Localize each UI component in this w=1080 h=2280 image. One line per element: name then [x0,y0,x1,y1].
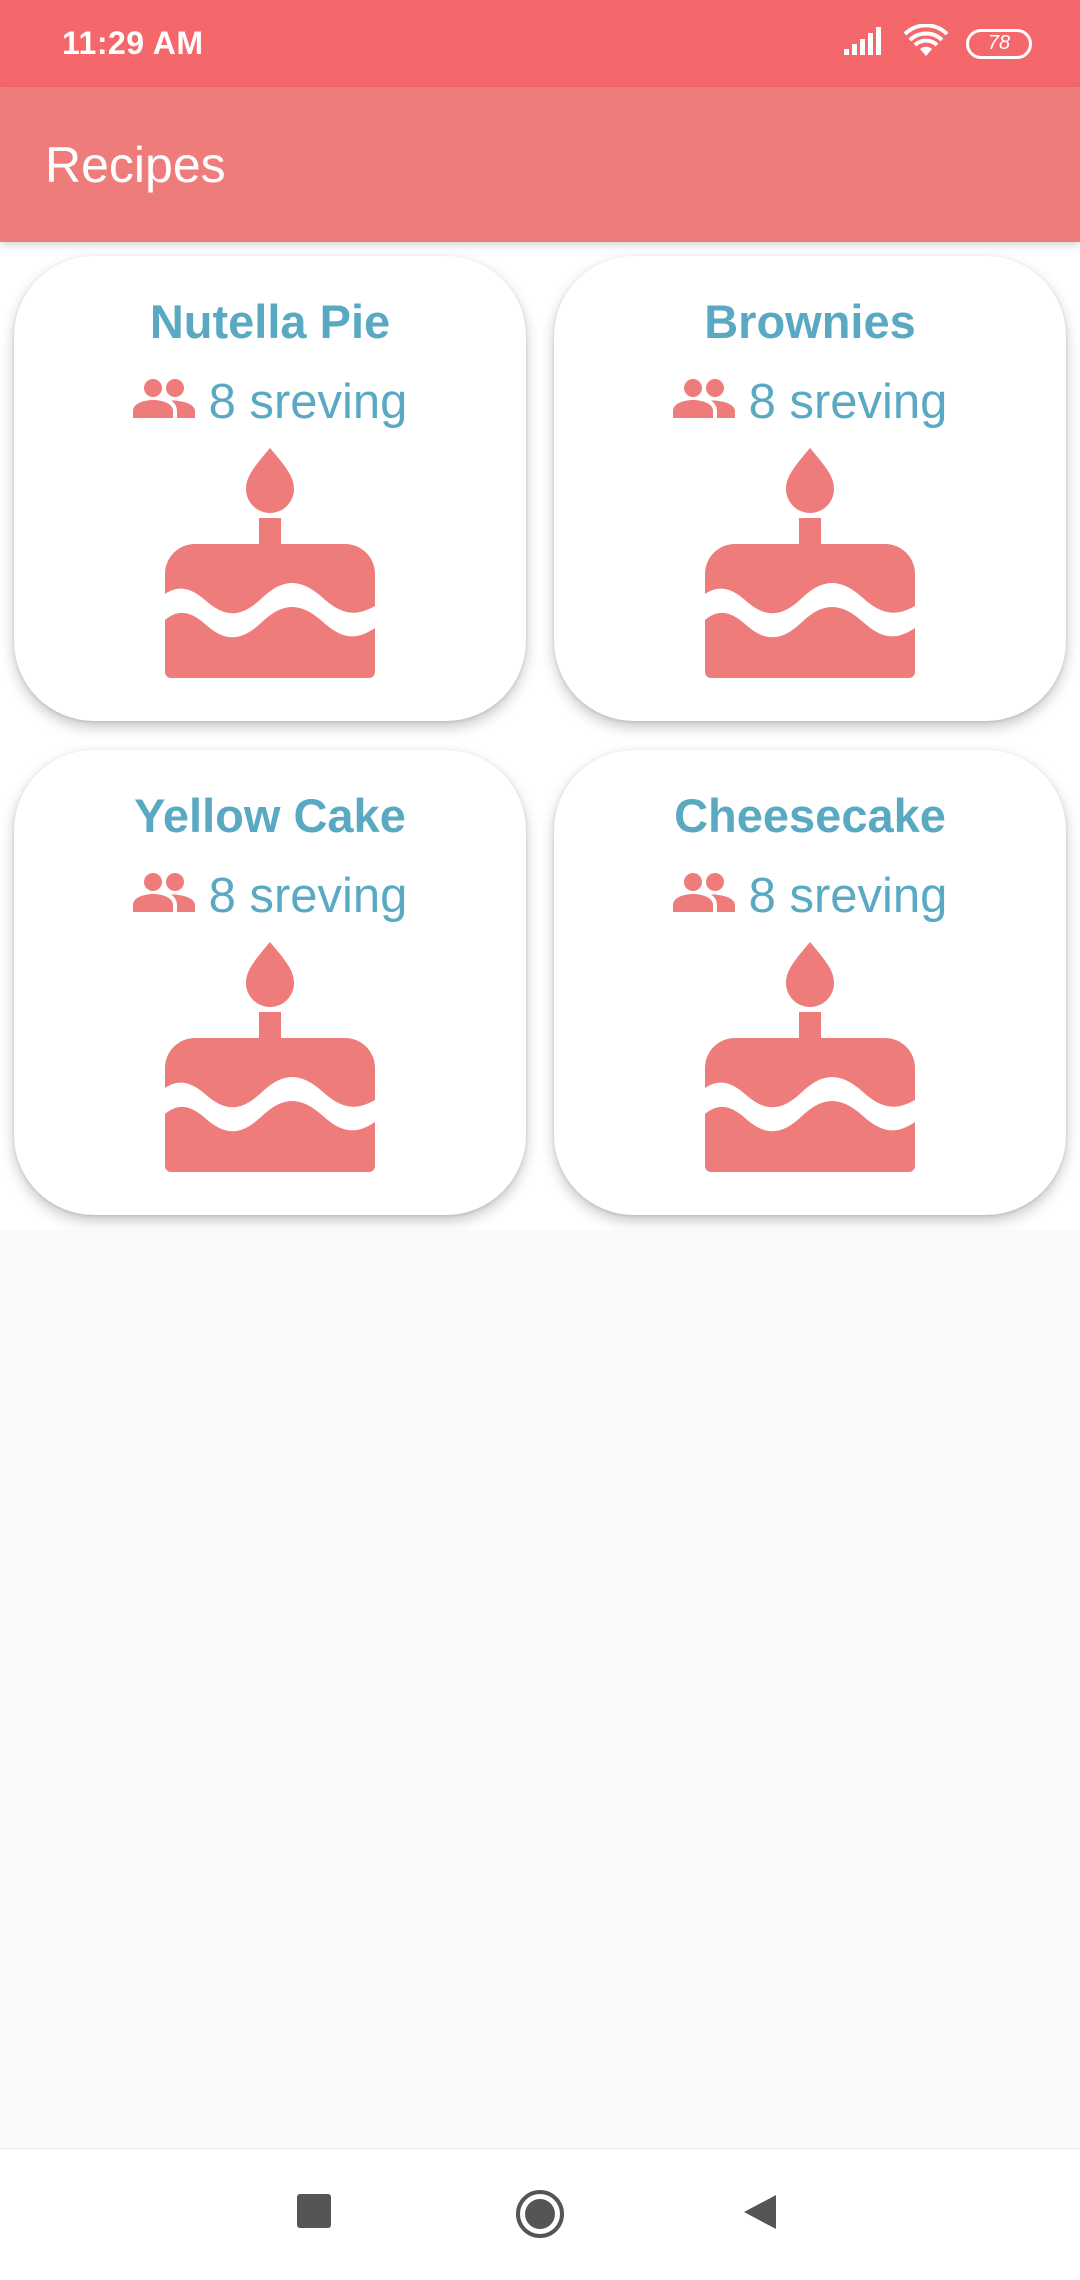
status-bar: 11:29 AM 78 [0,0,1080,87]
home-button[interactable] [515,2189,565,2239]
cake-icon [165,448,375,683]
serving-text: 8 sreving [748,869,948,923]
signal-icon [844,27,886,60]
people-icon [672,866,735,926]
recipe-card[interactable]: Cheesecake 8 sreving [554,750,1066,1215]
serving-row: 8 sreving [132,372,408,432]
cake-icon [705,448,915,683]
page-title: Recipes [45,136,226,193]
cake-icon [165,942,375,1177]
recipe-card[interactable]: Brownies 8 sreving [554,256,1066,721]
recipe-card[interactable]: Yellow Cake 8 sreving [14,750,526,1215]
recents-button[interactable] [296,2193,332,2229]
back-button[interactable] [742,2193,778,2231]
wifi-icon [903,23,949,63]
recipe-title: Nutella Pie [149,295,391,348]
system-nav-bar [0,2148,1080,2280]
status-time: 11:29 AM [62,25,204,61]
serving-row: 8 sreving [132,866,408,926]
serving-text: 8 sreving [208,869,408,923]
battery-icon: 78 [966,28,1032,59]
status-icons: 78 [844,23,1032,63]
app-bar: Recipes [0,87,1080,242]
serving-row: 8 sreving [672,866,948,926]
cake-icon [705,942,915,1177]
people-icon [672,372,735,432]
people-icon [132,866,195,926]
serving-text: 8 sreving [748,375,948,429]
recipe-grid: Nutella Pie 8 sreving Brownies 8 sreving… [0,242,1080,1230]
serving-row: 8 sreving [672,372,948,432]
recipe-title: Yellow Cake [134,789,406,842]
recipe-title: Cheesecake [674,789,946,842]
people-icon [132,372,195,432]
recipe-title: Brownies [704,295,916,348]
recipe-card[interactable]: Nutella Pie 8 sreving [14,256,526,721]
serving-text: 8 sreving [208,375,408,429]
